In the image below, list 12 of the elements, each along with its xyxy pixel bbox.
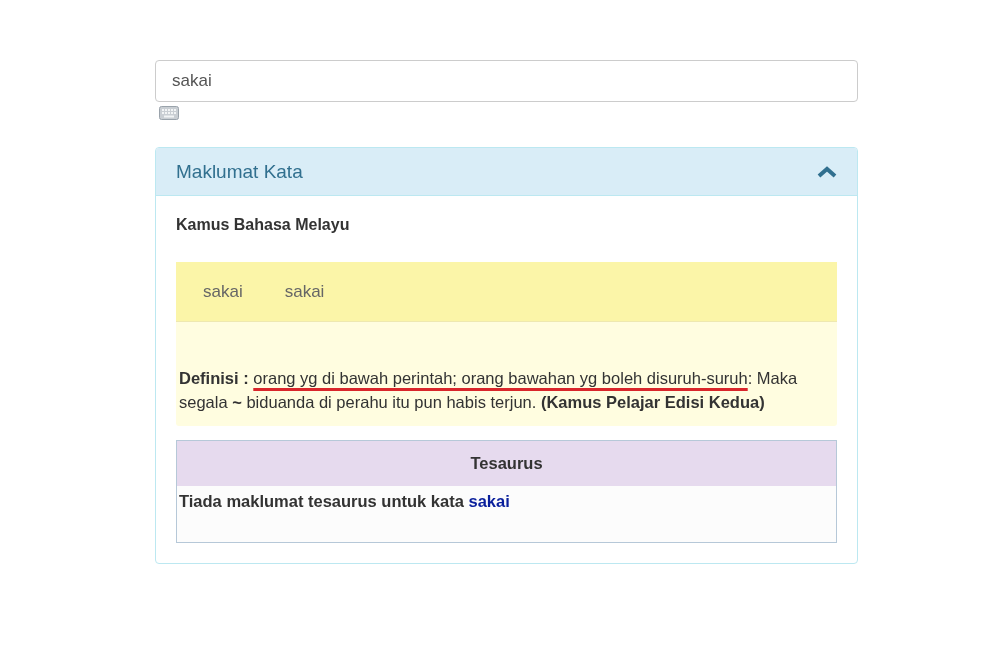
chevron-icon[interactable] (817, 165, 837, 178)
panel-header[interactable]: Maklumat Kata (156, 148, 857, 196)
thesaurus-title: Tesaurus (177, 441, 836, 486)
definition-text: Definisi : orang yg di bawah perintah; orang bawahan yg boleh disuruh-suruh: Maka segala ~ biduanda di perahu itu pun habis terjun. (Kamus Pelajar Edisi Kedua) (179, 368, 799, 413)
thesaurus-message: Tiada maklumat tesaurus untuk kata sakai (179, 492, 511, 511)
panel-title: Maklumat Kata (176, 160, 303, 183)
headword: sakai (284, 281, 325, 302)
keyboard-icon[interactable] (159, 106, 179, 120)
search-field[interactable]: sakai (155, 60, 858, 102)
headword: sakai (203, 281, 243, 302)
word-link[interactable]: sakai (468, 492, 510, 510)
dictionary-name: Kamus Bahasa Melayu (176, 216, 351, 234)
